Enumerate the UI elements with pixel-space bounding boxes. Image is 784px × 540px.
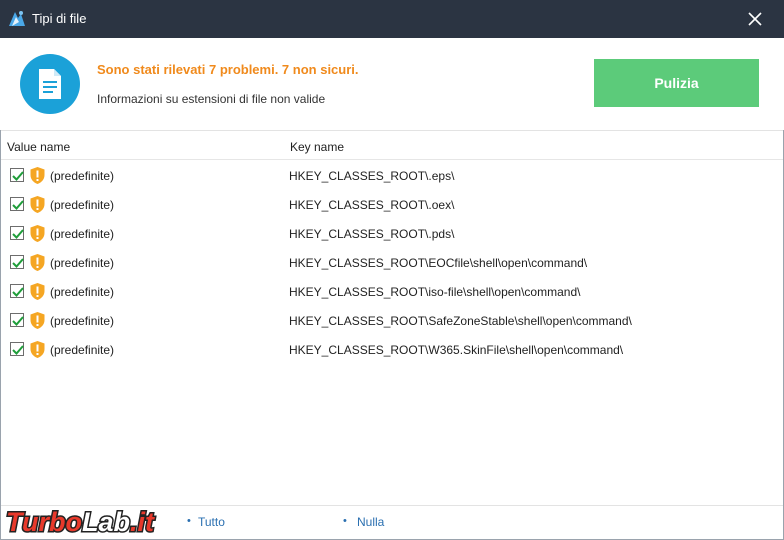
- warning-shield-icon: [30, 225, 45, 242]
- warning-shield-icon: [30, 167, 45, 184]
- row-key-name: HKEY_CLASSES_ROOT\.pds\: [289, 227, 455, 241]
- result-header: Sono stati rilevati 7 problemi. 7 non si…: [0, 38, 784, 130]
- select-none-link[interactable]: Nulla: [357, 515, 384, 529]
- row-key-name: HKEY_CLASSES_ROOT\EOCfile\shell\open\com…: [289, 256, 588, 270]
- row-checkbox[interactable]: [10, 226, 24, 240]
- row-checkbox[interactable]: [10, 197, 24, 211]
- row-value-name: (predefinite): [50, 169, 115, 183]
- watermark-logo: TurboLab.it: [5, 506, 157, 539]
- table-row[interactable]: (predefinite) HKEY_CLASSES_ROOT\.eps\: [1, 161, 783, 190]
- column-header-key-name[interactable]: Key name: [290, 140, 344, 154]
- warning-shield-icon: [30, 312, 45, 329]
- window-title: Tipi di file: [32, 11, 87, 26]
- warning-shield-icon: [30, 196, 45, 213]
- column-header-value-name[interactable]: Value name: [7, 140, 70, 154]
- row-value-name: (predefinite): [50, 343, 115, 357]
- table-row[interactable]: (predefinite) HKEY_CLASSES_ROOT\SafeZone…: [1, 306, 783, 335]
- row-value-name: (predefinite): [50, 198, 115, 212]
- row-value-name: (predefinite): [50, 227, 115, 241]
- row-checkbox[interactable]: [10, 342, 24, 356]
- problems-headline: Sono stati rilevati 7 problemi. 7 non si…: [97, 62, 359, 77]
- table-header-divider: [1, 159, 783, 160]
- bullet-icon: •: [343, 515, 347, 527]
- row-value-name: (predefinite): [50, 256, 115, 270]
- row-checkbox[interactable]: [10, 284, 24, 298]
- table-row[interactable]: (predefinite) HKEY_CLASSES_ROOT\EOCfile\…: [1, 248, 783, 277]
- row-key-name: HKEY_CLASSES_ROOT\.eps\: [289, 169, 455, 183]
- title-bar: Tipi di file: [0, 0, 784, 38]
- row-key-name: HKEY_CLASSES_ROOT\SafeZoneStable\shell\o…: [289, 314, 632, 328]
- header-divider: [1, 130, 783, 131]
- row-key-name: HKEY_CLASSES_ROOT\iso-file\shell\open\co…: [289, 285, 581, 299]
- row-value-name: (predefinite): [50, 314, 115, 328]
- table-row[interactable]: (predefinite) HKEY_CLASSES_ROOT\.oex\: [1, 190, 783, 219]
- row-value-name: (predefinite): [50, 285, 115, 299]
- svg-text:TurboLab.it: TurboLab.it: [6, 507, 155, 537]
- table-row[interactable]: (predefinite) HKEY_CLASSES_ROOT\W365.Ski…: [1, 335, 783, 364]
- warning-shield-icon: [30, 283, 45, 300]
- close-icon[interactable]: [742, 6, 768, 32]
- clean-button[interactable]: Pulizia: [594, 59, 759, 107]
- table-row[interactable]: (predefinite) HKEY_CLASSES_ROOT\.pds\: [1, 219, 783, 248]
- row-key-name: HKEY_CLASSES_ROOT\.oex\: [289, 198, 455, 212]
- row-checkbox[interactable]: [10, 313, 24, 327]
- app-logo-icon: [9, 11, 25, 26]
- select-all-link[interactable]: Tutto: [198, 515, 225, 529]
- row-checkbox[interactable]: [10, 255, 24, 269]
- warning-shield-icon: [30, 254, 45, 271]
- problems-description: Informazioni su estensioni di file non v…: [97, 92, 326, 106]
- row-key-name: HKEY_CLASSES_ROOT\W365.SkinFile\shell\op…: [289, 343, 624, 357]
- row-checkbox[interactable]: [10, 168, 24, 182]
- document-icon: [20, 54, 80, 114]
- table-row[interactable]: (predefinite) HKEY_CLASSES_ROOT\iso-file…: [1, 277, 783, 306]
- warning-shield-icon: [30, 341, 45, 358]
